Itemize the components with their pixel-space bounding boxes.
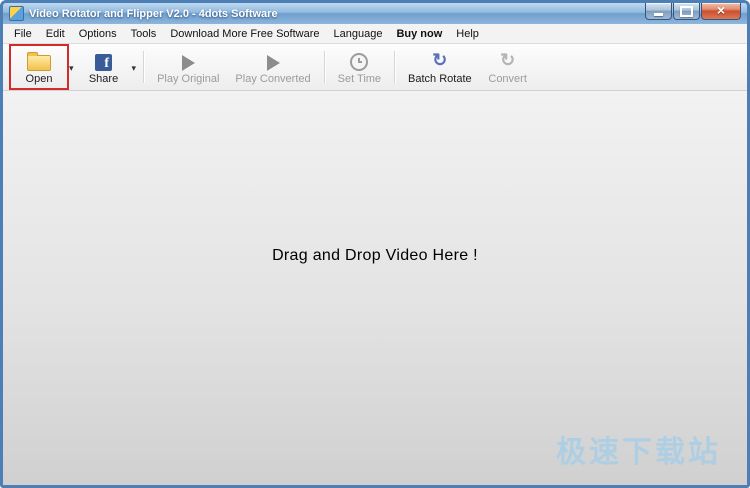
minimize-icon <box>654 13 663 16</box>
play-original-button[interactable]: Play Original <box>149 46 227 88</box>
play-converted-label: Play Converted <box>235 73 310 85</box>
maximize-button[interactable] <box>673 3 700 20</box>
close-button[interactable] <box>701 3 741 20</box>
toolbar-separator <box>394 51 395 83</box>
convert-label: Convert <box>488 73 527 85</box>
play-original-label: Play Original <box>157 73 219 85</box>
menu-buy-now[interactable]: Buy now <box>389 26 449 42</box>
play-icon <box>182 55 195 71</box>
set-time-button[interactable]: Set Time <box>330 46 389 88</box>
folder-icon <box>27 55 51 71</box>
app-window: Video Rotator and Flipper V2.0 - 4dots S… <box>0 0 750 488</box>
open-button-highlight: Open <box>9 44 69 90</box>
convert-icon <box>500 51 515 71</box>
close-icon <box>717 2 725 20</box>
menu-language[interactable]: Language <box>327 26 390 42</box>
menu-help[interactable]: Help <box>449 26 486 42</box>
menu-download-more[interactable]: Download More Free Software <box>163 26 326 42</box>
menu-file[interactable]: File <box>7 26 39 42</box>
share-button[interactable]: Share <box>76 46 132 88</box>
menu-tools[interactable]: Tools <box>124 26 164 42</box>
share-button-label: Share <box>89 73 118 85</box>
watermark: 极速下载站 <box>556 427 721 471</box>
maximize-icon <box>680 6 693 17</box>
drop-zone[interactable]: Drag and Drop Video Here ! 极速下载站 <box>3 91 747 485</box>
menu-options[interactable]: Options <box>72 26 124 42</box>
toolbar: Open Share Play Original Play Converted … <box>3 44 747 91</box>
share-dropdown-icon[interactable] <box>132 58 137 76</box>
open-button[interactable]: Open <box>11 46 67 88</box>
facebook-icon <box>95 54 112 71</box>
play-icon <box>267 55 280 71</box>
window-title: Video Rotator and Flipper V2.0 - 4dots S… <box>29 8 278 20</box>
menu-edit[interactable]: Edit <box>39 26 72 42</box>
play-converted-button[interactable]: Play Converted <box>227 46 318 88</box>
toolbar-separator <box>324 51 325 83</box>
batch-rotate-label: Batch Rotate <box>408 73 472 85</box>
minimize-button[interactable] <box>645 3 672 20</box>
batch-rotate-button[interactable]: Batch Rotate <box>400 46 480 88</box>
open-button-label: Open <box>26 73 53 85</box>
app-icon <box>9 6 24 21</box>
title-bar[interactable]: Video Rotator and Flipper V2.0 - 4dots S… <box>3 3 747 24</box>
open-dropdown-icon[interactable] <box>69 58 74 76</box>
toolbar-separator <box>143 51 144 83</box>
drop-zone-text: Drag and Drop Video Here ! <box>272 247 478 265</box>
set-time-label: Set Time <box>338 73 381 85</box>
batch-rotate-icon <box>432 51 447 71</box>
window-controls <box>644 3 741 20</box>
convert-button[interactable]: Convert <box>480 46 536 88</box>
clock-icon <box>350 53 368 71</box>
menu-bar: File Edit Options Tools Download More Fr… <box>3 24 747 44</box>
